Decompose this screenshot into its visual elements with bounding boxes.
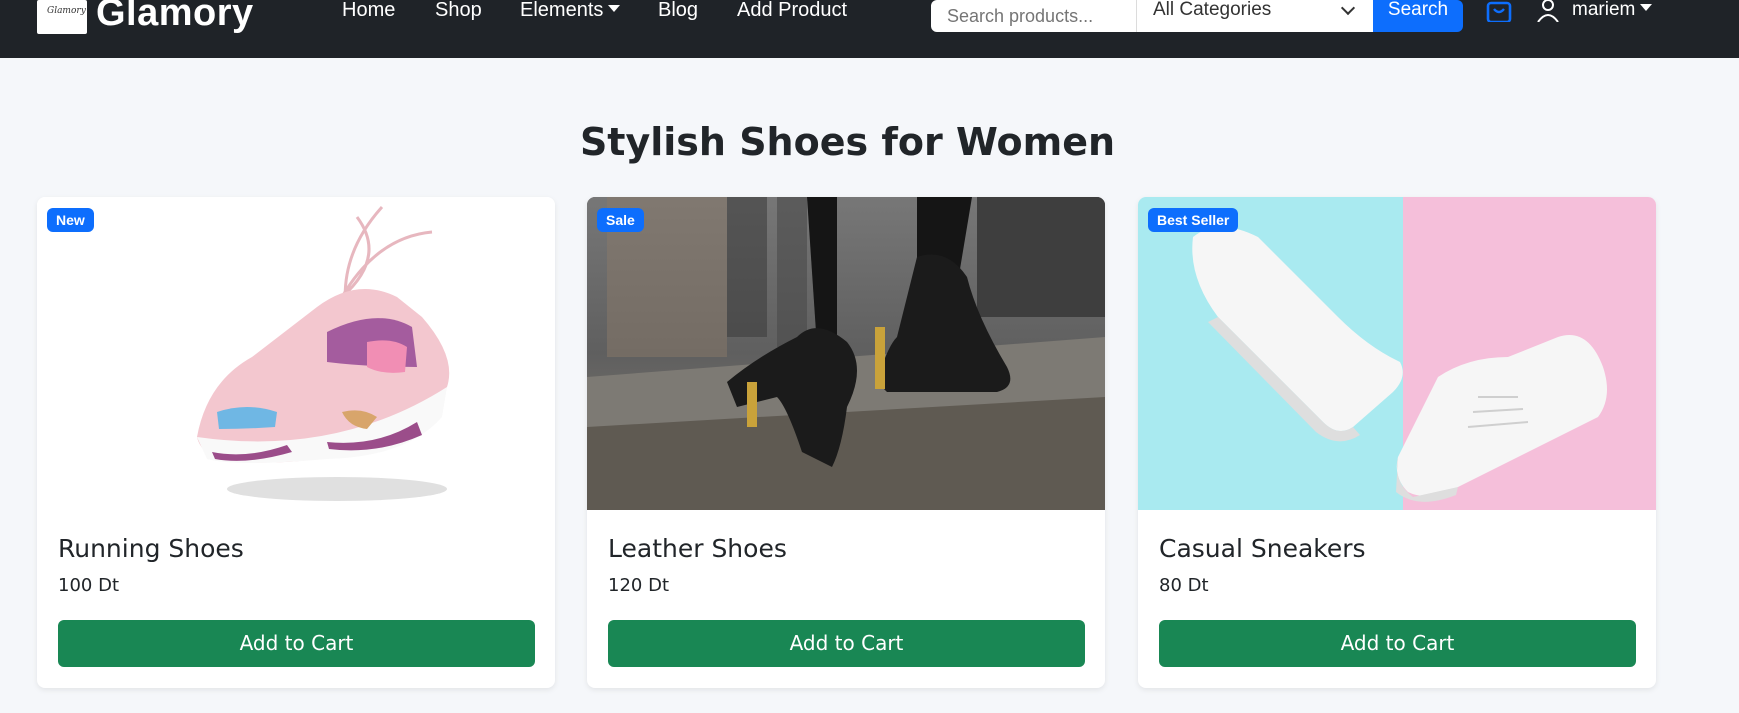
chevron-down-icon bbox=[1340, 0, 1356, 16]
add-to-cart-button[interactable]: Add to Cart bbox=[608, 620, 1085, 667]
nav-shop[interactable]: Shop bbox=[435, 0, 482, 20]
product-price: 80 Dt bbox=[1159, 575, 1209, 596]
badge-best-seller: Best Seller bbox=[1148, 208, 1239, 232]
pink-running-shoe-icon bbox=[197, 205, 450, 501]
search-input[interactable] bbox=[931, 0, 1137, 32]
product-name[interactable]: Leather Shoes bbox=[608, 534, 787, 563]
nav-home[interactable]: Home bbox=[342, 0, 395, 20]
add-to-cart-button[interactable]: Add to Cart bbox=[58, 620, 535, 667]
category-selected-value: All Categories bbox=[1153, 0, 1272, 20]
user-icon[interactable] bbox=[1536, 0, 1560, 22]
nav-add-product[interactable]: Add Product bbox=[737, 0, 847, 20]
product-name[interactable]: Casual Sneakers bbox=[1159, 534, 1366, 563]
product-card: New Running Shoes 100 Dt Add to Cart bbox=[37, 197, 555, 688]
badge-new: New bbox=[47, 208, 94, 232]
brand-logo[interactable]: Glamory bbox=[37, 0, 87, 34]
product-name[interactable]: Running Shoes bbox=[58, 534, 244, 563]
chevron-down-icon bbox=[1640, 4, 1653, 11]
badge-sale: Sale bbox=[597, 208, 644, 232]
nav-elements[interactable]: Elements bbox=[520, 0, 621, 21]
white-sneakers-icon bbox=[1138, 197, 1656, 510]
nav-blog[interactable]: Blog bbox=[658, 0, 698, 20]
brand-name[interactable]: Glamory bbox=[96, 0, 254, 32]
page-title: Stylish Shoes for Women bbox=[579, 120, 1116, 164]
chevron-down-icon bbox=[608, 5, 621, 12]
product-price: 100 Dt bbox=[58, 575, 119, 596]
user-name: mariem bbox=[1572, 0, 1636, 20]
product-image-casual-sneakers[interactable]: Best Seller bbox=[1138, 197, 1656, 510]
black-leather-ankle-boots-icon bbox=[587, 197, 1105, 510]
product-image-running-shoes[interactable]: New bbox=[37, 197, 555, 510]
product-image-leather-shoes[interactable]: Sale bbox=[587, 197, 1105, 510]
nav-elements-label: Elements bbox=[520, 0, 604, 21]
user-menu[interactable]: mariem bbox=[1572, 0, 1653, 20]
product-price: 120 Dt bbox=[608, 575, 669, 596]
product-card: Sale Leather Shoes 120 Dt Add to Cart bbox=[587, 197, 1105, 688]
search-button[interactable]: Search bbox=[1373, 0, 1463, 32]
category-select[interactable]: All Categories bbox=[1137, 0, 1373, 32]
logo-mark: Glamory bbox=[47, 6, 86, 16]
shopping-bag-icon[interactable] bbox=[1486, 0, 1512, 22]
add-to-cart-button[interactable]: Add to Cart bbox=[1159, 620, 1636, 667]
top-navbar: Glamory Glamory Home Shop Elements Blog … bbox=[0, 0, 1739, 58]
product-card: Best Seller Casual Sneakers 80 Dt Add to… bbox=[1138, 197, 1656, 688]
